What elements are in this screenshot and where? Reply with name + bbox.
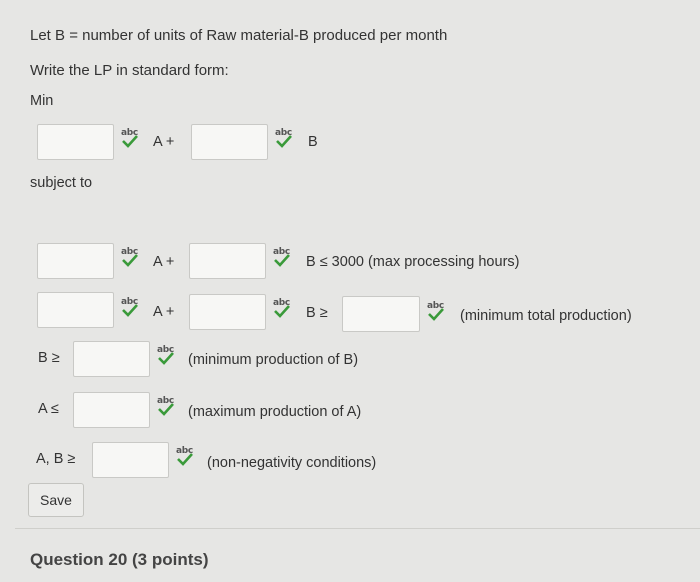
c5-prefix: A, B ≥ [36,451,76,467]
min-label: Min [30,93,54,109]
c1-coef-a-input[interactable] [37,243,114,279]
spellcheck-icon[interactable]: abc [154,345,180,367]
c3-prefix: B ≥ [38,350,60,366]
subject-to-label: subject to [30,175,93,191]
save-button[interactable]: Save [28,483,84,517]
c4-rhs-input[interactable] [73,392,150,428]
spellcheck-icon[interactable]: abc [272,128,298,150]
problem-definition-text: Let B = number of units of Raw material-… [30,27,448,44]
next-question-heading: Question 20 (3 points) [30,550,209,569]
c2-note: (minimum total production) [460,308,632,324]
c1-coef-b-input[interactable] [189,243,266,279]
c2-a-label: A + [153,304,175,320]
objective-b-label: B [308,134,318,150]
c2-rhs-input[interactable] [342,296,420,332]
c3-rhs-input[interactable] [73,341,150,377]
c5-rhs-input[interactable] [92,442,169,478]
c1-a-label: A + [153,254,175,270]
spellcheck-icon[interactable]: abc [270,247,296,269]
instruction-text: Write the LP in standard form: [30,62,229,79]
objective-coef-a-input[interactable] [37,124,114,160]
spellcheck-icon[interactable]: abc [154,396,180,418]
objective-a-label: A + [153,134,175,150]
spellcheck-icon[interactable]: abc [118,128,144,150]
objective-coef-b-input[interactable] [191,124,268,160]
c3-note: (minimum production of B) [188,352,359,368]
c2-coef-b-input[interactable] [189,294,266,330]
spellcheck-icon[interactable]: abc [173,446,199,468]
spellcheck-icon[interactable]: abc [424,301,450,323]
spellcheck-icon[interactable]: abc [118,297,144,319]
c2-coef-a-input[interactable] [37,292,114,328]
c1-b-label: B ≤ 3000 (max processing hours) [306,254,520,270]
c5-note: (non-negativity conditions) [207,455,377,471]
spellcheck-icon[interactable]: abc [270,298,296,320]
divider [15,528,700,529]
spellcheck-icon[interactable]: abc [118,247,144,269]
c4-prefix: A ≤ [38,401,59,417]
c2-b-label: B ≥ [306,305,328,321]
c4-note: (maximum production of A) [188,404,362,420]
